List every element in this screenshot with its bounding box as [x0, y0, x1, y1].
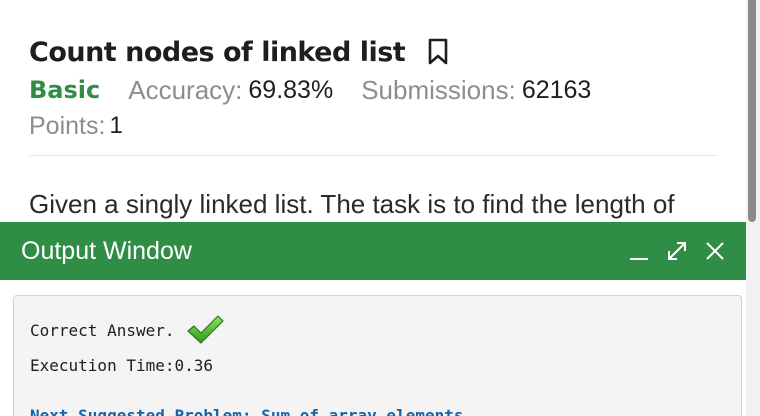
- accuracy-value: 69.83%: [248, 75, 334, 104]
- next-suggested-problem: Next Suggested Problem: Sum of array ele…: [30, 404, 464, 416]
- scrollbar-thumb[interactable]: [748, 0, 756, 222]
- next-problem-link[interactable]: Sum of array elements: [261, 406, 463, 416]
- points-label: Points:: [29, 111, 106, 140]
- bookmark-icon[interactable]: [425, 36, 451, 68]
- points-value: 1: [109, 112, 123, 139]
- submissions-label: Submissions:: [361, 74, 516, 105]
- problem-description: Given a singly linked list. The task is …: [29, 189, 675, 219]
- problem-meta: Basic Accuracy: 69.83% Submissions: 6216…: [29, 74, 591, 106]
- points-row: Points: 1: [29, 110, 123, 142]
- problem-page: Count nodes of linked list Basic Accurac…: [0, 0, 746, 416]
- minimize-icon[interactable]: [626, 237, 652, 265]
- page-title: Count nodes of linked list: [29, 36, 406, 68]
- output-window-body: Correct Answer. Execution Time:0.36 Next…: [0, 280, 746, 416]
- submissions-value: 62163: [521, 75, 592, 104]
- output-window-title: Output Window: [21, 236, 192, 265]
- close-icon[interactable]: [702, 237, 728, 265]
- page-scrollbar[interactable]: [746, 0, 760, 416]
- title-row: Count nodes of linked list: [29, 34, 451, 70]
- window-controls: [626, 236, 728, 266]
- output-console: Correct Answer. Execution Time:0.36 Next…: [13, 295, 742, 416]
- checkmark-icon: [185, 313, 225, 347]
- difficulty-badge: Basic: [29, 76, 101, 104]
- result-line: Correct Answer.: [30, 315, 225, 344]
- divider: [29, 155, 717, 156]
- output-window-header: Output Window: [0, 222, 746, 280]
- maximize-icon[interactable]: [664, 237, 690, 265]
- execution-time: Execution Time:0.36: [30, 356, 214, 375]
- accuracy-label: Accuracy:: [128, 74, 243, 105]
- result-text: Correct Answer.: [30, 320, 175, 340]
- next-problem-label: Next Suggested Problem:: [30, 406, 252, 416]
